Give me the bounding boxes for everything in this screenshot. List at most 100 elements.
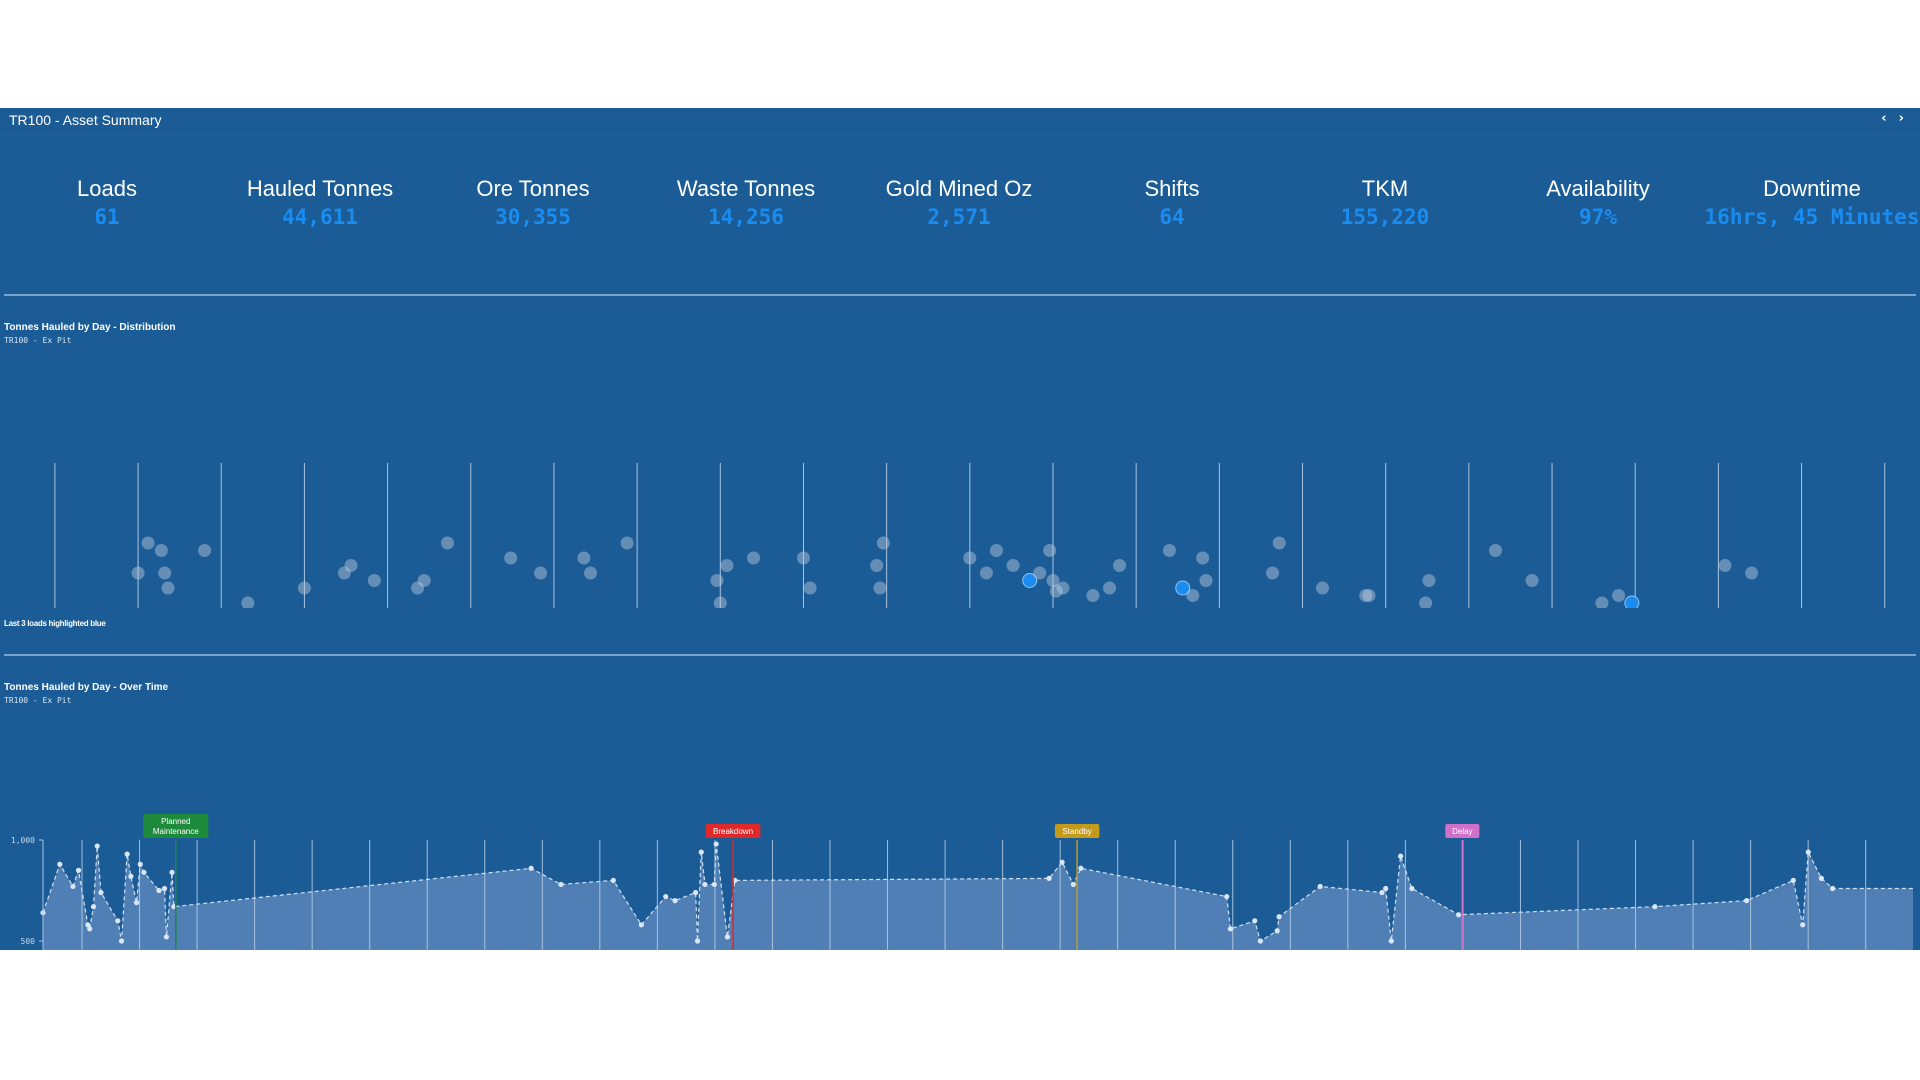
distribution-chart-title: Tonnes Hauled by Day - Distribution <box>4 322 176 333</box>
data-point <box>876 536 890 550</box>
data-point <box>1196 551 1210 565</box>
kpi-value: 30,355 <box>495 205 571 229</box>
data-point <box>90 904 97 910</box>
data-point <box>1224 893 1230 900</box>
data-point <box>75 867 82 873</box>
data-point <box>1317 883 1323 890</box>
event-marker-label: Planned <box>161 817 190 826</box>
kpi-label: Availability <box>1546 176 1650 201</box>
data-point <box>1266 566 1280 580</box>
overtime-chart-subtitle: TR100 - Ex Pit <box>4 696 72 705</box>
kpi-value: 61 <box>94 205 120 229</box>
data-point <box>367 574 381 587</box>
kpi-gold-mined-oz: Gold Mined Oz 2,571 <box>852 176 1066 232</box>
data-point <box>1612 589 1626 602</box>
kpi-label: Downtime <box>1763 176 1861 201</box>
data-point <box>1199 574 1213 587</box>
data-point <box>504 551 518 565</box>
event-marker-label: Breakdown <box>713 827 753 836</box>
kpi-loads: Loads 61 <box>0 176 214 232</box>
y-tick-label: 500 <box>21 937 36 946</box>
distribution-chart: 5005506006507007508008509009501,000 <box>54 463 1886 608</box>
section-divider <box>4 294 1916 296</box>
data-point <box>711 881 717 888</box>
data-point <box>141 536 155 550</box>
data-point <box>1745 566 1759 580</box>
data-point <box>417 574 431 587</box>
data-point <box>534 566 548 580</box>
data-point <box>1272 536 1286 550</box>
kpi-label: Waste Tonnes <box>676 176 816 201</box>
data-point <box>1078 865 1084 871</box>
panel-title: TR100 - Asset Summary <box>9 112 162 128</box>
data-point <box>1059 859 1065 865</box>
data-point <box>724 934 731 940</box>
data-point <box>1033 566 1047 580</box>
chevron-left-icon[interactable]: ‹ <box>1881 111 1886 126</box>
data-point <box>1056 581 1070 595</box>
data-point <box>1379 889 1385 896</box>
panel-navigation: ‹ › <box>1881 111 1904 126</box>
data-point <box>1227 926 1234 932</box>
data-point <box>710 574 724 587</box>
data-point <box>156 887 162 894</box>
data-point <box>1718 559 1732 572</box>
kpi-label: Ore Tonnes <box>476 176 590 201</box>
data-point <box>713 596 727 608</box>
data-point <box>1252 918 1258 924</box>
kpi-value: 64 <box>1159 205 1185 229</box>
data-point <box>141 869 147 875</box>
data-point <box>137 861 143 867</box>
section-divider <box>4 654 1916 656</box>
data-point <box>1743 898 1750 904</box>
data-point <box>1398 853 1404 859</box>
kpi-value: 155,220 <box>1340 205 1430 229</box>
data-point <box>1790 877 1796 883</box>
kpi-row: Loads 61 Hauled Tonnes 44,611 Ore Tonnes… <box>0 176 1920 246</box>
event-marker-label: Maintenance <box>153 827 199 836</box>
data-point <box>747 551 761 565</box>
data-point <box>1652 904 1658 910</box>
data-point <box>1829 885 1836 892</box>
data-point <box>131 566 145 580</box>
kpi-downtime: Downtime 16hrs, 45 Minutes <box>1704 176 1920 232</box>
data-point <box>87 926 93 932</box>
data-point <box>1162 544 1176 557</box>
data-point <box>1043 544 1057 557</box>
chevron-right-icon[interactable]: › <box>1899 111 1904 126</box>
data-point <box>124 851 130 857</box>
kpi-label: Loads <box>77 176 137 201</box>
data-point <box>693 889 699 896</box>
data-point <box>94 843 100 849</box>
kpi-label: Shifts <box>1144 176 1200 201</box>
data-point <box>1186 589 1200 602</box>
data-point <box>1455 912 1462 918</box>
distribution-note: Last 3 loads highlighted blue <box>4 619 106 628</box>
data-point <box>115 918 121 924</box>
data-point <box>169 869 175 875</box>
data-point <box>620 536 634 550</box>
data-point <box>979 566 993 580</box>
data-point <box>577 551 591 565</box>
data-point <box>1805 849 1811 855</box>
event-marker-label: Delay <box>1452 827 1472 836</box>
data-point <box>1488 544 1502 557</box>
asset-summary-panel: TR100 - Asset Summary ‹ › Loads 61 Haule… <box>0 108 1920 950</box>
data-point <box>558 881 564 888</box>
data-point <box>198 544 212 557</box>
data-point <box>1257 938 1263 944</box>
kpi-label: Hauled Tonnes <box>246 176 394 201</box>
data-point <box>663 893 669 900</box>
panel-titlebar: TR100 - Asset Summary ‹ › <box>0 108 1920 135</box>
data-point <box>344 559 358 572</box>
overtime-chart: 05001,000PlannedMaintenanceBreakdownStan… <box>11 814 1913 950</box>
data-point <box>1388 938 1394 944</box>
data-point <box>158 566 172 580</box>
data-point <box>803 581 817 595</box>
data-point <box>528 865 534 871</box>
data-point <box>70 883 76 890</box>
data-point <box>161 885 168 892</box>
data-point <box>702 881 708 888</box>
data-point <box>1103 581 1117 595</box>
distribution-chart-subtitle: TR100 - Ex Pit <box>4 336 72 345</box>
